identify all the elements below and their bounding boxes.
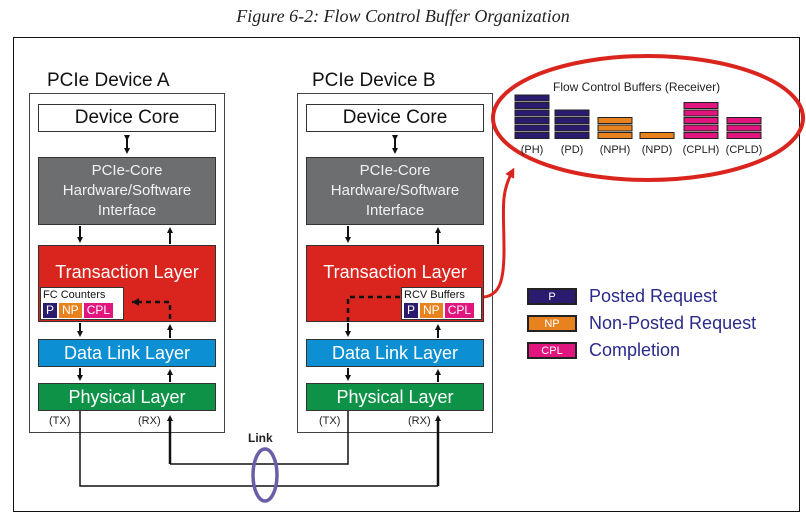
legend-item-non-posted: NP Non-Posted Request bbox=[527, 310, 756, 337]
buffer-slot-cplh bbox=[683, 102, 719, 109]
buffer-label-cplh: (CPLH) bbox=[682, 144, 720, 156]
flow-control-buffers-title: Flow Control Buffers (Receiver) bbox=[553, 80, 721, 94]
legend-text-non-posted: Non-Posted Request bbox=[589, 313, 757, 333]
buffer-slot-ph bbox=[514, 117, 550, 124]
buffer-slot-cplh bbox=[683, 109, 719, 117]
buffer-label-cpld: (CPLD) bbox=[725, 144, 763, 156]
legend-item-completion: CPL Completion bbox=[527, 337, 756, 364]
buffer-slot-cpld bbox=[726, 124, 762, 132]
buffer-slot-pd bbox=[554, 117, 590, 124]
buffer-slot-nph bbox=[597, 132, 633, 139]
buffer-slot-ph bbox=[514, 132, 550, 139]
buffer-slot-ph bbox=[514, 124, 550, 132]
link-ellipse bbox=[251, 447, 279, 503]
buffer-slot-pd bbox=[554, 109, 590, 117]
buffer-slot-ph bbox=[514, 102, 550, 109]
buffer-label-pd: (PD) bbox=[560, 144, 584, 156]
buffer-slot-ph bbox=[514, 109, 550, 117]
buffer-slot-nph bbox=[597, 124, 633, 132]
buffer-slot-nph bbox=[597, 117, 633, 124]
legend-item-posted: P Posted Request bbox=[527, 283, 756, 310]
buffer-slot-ph bbox=[514, 94, 550, 102]
buffer-slot-pd bbox=[554, 132, 590, 139]
legend-text-completion: Completion bbox=[589, 340, 681, 360]
legend-swatch-completion: CPL bbox=[527, 342, 577, 359]
flow-control-buffer-bars bbox=[514, 94, 762, 139]
buffer-slot-cplh bbox=[683, 117, 719, 124]
connectors-overlay bbox=[77, 54, 805, 503]
buffer-slot-cpld bbox=[726, 117, 762, 124]
wire-a-tx-to-b-rx bbox=[79, 411, 438, 487]
buffer-slot-npd bbox=[639, 132, 675, 139]
buffer-slot-cplh bbox=[683, 132, 719, 139]
legend-swatch-non-posted: NP bbox=[527, 315, 577, 332]
fc-update-arrowhead bbox=[132, 298, 139, 306]
legend-text-posted: Posted Request bbox=[589, 286, 718, 306]
link-label: Link bbox=[248, 431, 273, 445]
buffer-label-npd: (NPD) bbox=[641, 144, 673, 156]
buffer-label-nph: (NPH) bbox=[599, 144, 631, 156]
buffer-slot-cplh bbox=[683, 124, 719, 132]
buffer-slot-pd bbox=[554, 124, 590, 132]
legend-swatch-posted: P bbox=[527, 288, 577, 305]
rcv-dashed-b bbox=[346, 295, 400, 322]
highlight-arrow bbox=[483, 167, 515, 299]
legend: P Posted Request NP Non-Posted Request C… bbox=[527, 283, 756, 364]
buffer-slot-cpld bbox=[726, 132, 762, 139]
buffer-label-ph: (PH) bbox=[520, 144, 544, 156]
